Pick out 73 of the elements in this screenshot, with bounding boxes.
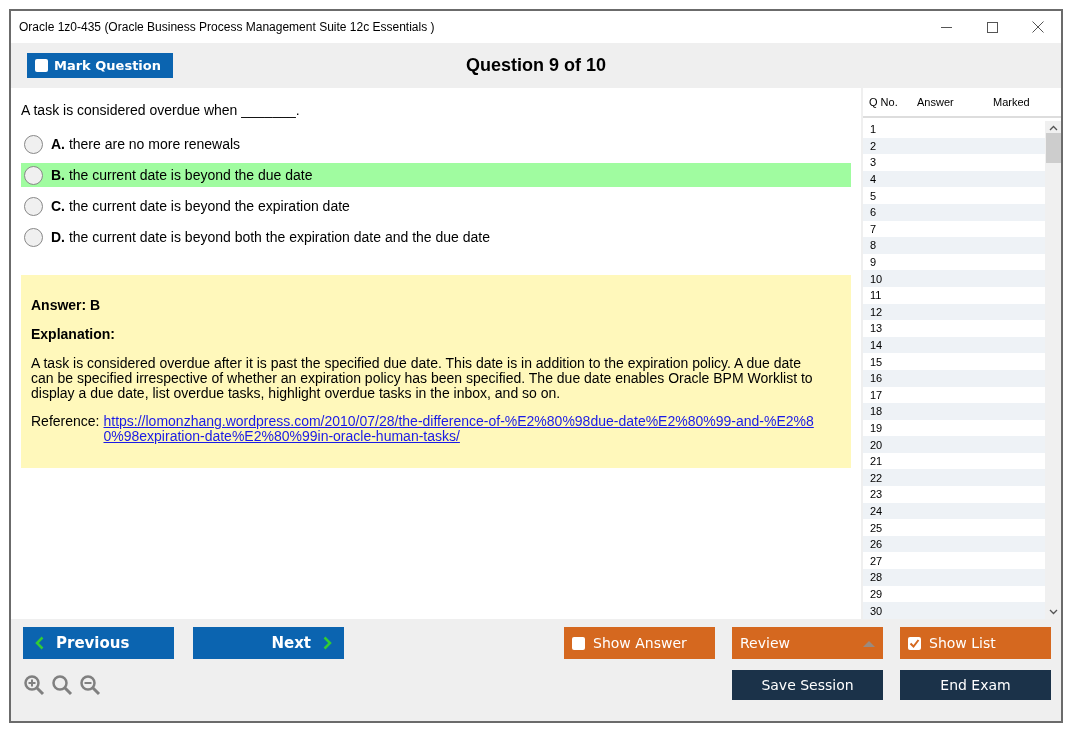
search-icon[interactable]: [51, 674, 73, 696]
question-number[interactable]: 16: [870, 372, 883, 385]
scrollbar-thumb[interactable]: [1045, 133, 1061, 163]
answer-option[interactable]: D. the current date is beyond both the expiration date and the due date: [21, 225, 851, 249]
zoom-in-icon[interactable]: [23, 674, 45, 696]
explanation-text: A task is considered overdue after it is past the specified due date. This date is in addition to the expiration policy. A due date can be specified irrespective of whether an expiration policy has been specified. The due date enables Oracle BPM Worklist to display a due date, list overdue tasks, highlight overdue tasks in the inbox, and so on.: [31, 356, 814, 401]
question-number[interactable]: 29: [870, 587, 883, 600]
explanation-label: Explanation:: [31, 327, 116, 342]
show-answer-button[interactable]: Show Answer: [564, 627, 715, 659]
question-number[interactable]: 13: [870, 322, 883, 335]
question-number[interactable]: 28: [870, 571, 883, 584]
answer-option[interactable]: C. the current date is beyond the expiration date: [21, 194, 851, 218]
previous-button[interactable]: Previous: [23, 627, 174, 659]
column-header: Q No.: [868, 96, 899, 108]
question-text: A task is considered overdue when _______.: [21, 102, 301, 118]
end-exam-button[interactable]: End Exam: [900, 670, 1051, 700]
chevron-right-icon: [323, 636, 332, 650]
checkbox[interactable]: [908, 636, 921, 650]
question-number[interactable]: 7: [870, 222, 877, 235]
radio-button[interactable]: [24, 196, 43, 216]
minimize-icon[interactable]: [940, 26, 952, 28]
column-header: Answer: [917, 96, 955, 108]
answer-option[interactable]: A. there are no more renewals: [21, 132, 851, 156]
radio-button[interactable]: [24, 165, 43, 185]
radio-button[interactable]: [24, 227, 43, 247]
question-number[interactable]: 19: [870, 422, 883, 434]
reference-label: Reference:: [31, 414, 100, 431]
question-number[interactable]: 3: [870, 156, 877, 169]
question-number[interactable]: 6: [870, 206, 877, 219]
question-number[interactable]: 27: [870, 554, 883, 567]
question-number[interactable]: 24: [870, 504, 883, 517]
question-number[interactable]: 1: [870, 123, 877, 136]
save-session-button[interactable]: Save Session: [732, 670, 883, 700]
checkbox[interactable]: [35, 59, 48, 72]
next-button[interactable]: Next: [193, 627, 344, 659]
question-number[interactable]: 15: [870, 355, 883, 368]
reference-link[interactable]: https://lomonzhang.wordpress.com/2010/07/28/the-difference-of-%E2%80%98due-date%E2%80%99-and-%E2%80%98expiration-date%E2%80%99in-oracle-human-tasks/: [103, 414, 827, 444]
question-number[interactable]: 5: [870, 189, 877, 202]
question-number[interactable]: 25: [870, 521, 883, 534]
question-number[interactable]: 23: [870, 488, 883, 501]
question-number[interactable]: 14: [870, 339, 883, 351]
scroll-down-icon[interactable]: [1048, 609, 1058, 615]
answer-option[interactable]: B. the current date is beyond the due date: [21, 163, 851, 187]
question-number[interactable]: 30: [870, 604, 883, 617]
question-number[interactable]: 8: [870, 239, 877, 252]
question-number[interactable]: 18: [870, 405, 883, 418]
question-number[interactable]: 26: [870, 538, 883, 551]
show-list-button[interactable]: Show List: [900, 627, 1051, 659]
chevron-left-icon: [35, 636, 44, 650]
question-number[interactable]: 11: [870, 289, 882, 302]
scrollbar[interactable]: [1045, 121, 1061, 619]
question-number[interactable]: 2: [870, 139, 877, 152]
question-number[interactable]: 10: [870, 272, 883, 285]
question-number[interactable]: 21: [870, 455, 883, 468]
zoom-out-icon[interactable]: [79, 674, 101, 696]
question-number[interactable]: 12: [870, 305, 883, 318]
answer-text: Answer: B: [31, 297, 102, 313]
window-title: Oracle 1z0-435 (Oracle Business Process Management Suite 12c Essentials ): [19, 20, 436, 34]
question-number[interactable]: 4: [870, 173, 877, 186]
scroll-up-icon[interactable]: [1048, 125, 1058, 131]
column-header: Marked: [993, 96, 1030, 108]
question-heading: Question 9 of 10: [466, 55, 606, 75]
mark-question-button[interactable]: Mark Question: [27, 53, 173, 78]
question-number[interactable]: 22: [870, 471, 883, 484]
question-number[interactable]: 20: [870, 438, 883, 451]
caret-icon: [863, 639, 875, 647]
question-number[interactable]: 9: [870, 256, 877, 269]
radio-button[interactable]: [24, 134, 43, 154]
review-dropdown[interactable]: Review: [732, 627, 883, 659]
maximize-icon[interactable]: [986, 21, 998, 33]
question-number[interactable]: 17: [870, 388, 883, 401]
close-icon[interactable]: [1032, 21, 1044, 33]
checkbox[interactable]: [572, 636, 585, 650]
